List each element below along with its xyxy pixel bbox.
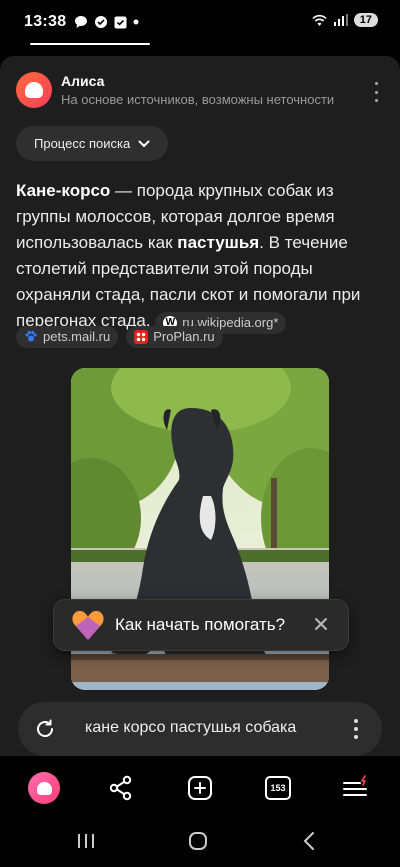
tabs-button[interactable]: 153 — [260, 770, 296, 806]
new-tab-button[interactable] — [182, 770, 218, 806]
search-process-label: Процесс поиска — [34, 136, 131, 151]
bottom-toolbar: 153 — [0, 760, 400, 816]
proplan-icon — [134, 330, 149, 344]
wifi-icon — [312, 14, 327, 26]
check-square-icon — [114, 16, 127, 28]
help-popup[interactable]: Как начать помогать? — [53, 599, 349, 651]
hamburger-menu-icon — [343, 775, 367, 796]
source-label: pets.mail.ru — [43, 329, 111, 344]
assistant-name: Алиса — [61, 73, 105, 89]
search-process-button[interactable]: Процесс поиска — [16, 126, 169, 161]
share-icon — [109, 775, 132, 801]
plus-square-icon — [188, 776, 212, 800]
source-chips: pets.mail.ru ProPlan.ru — [16, 326, 223, 348]
tabs-count: 153 — [265, 776, 291, 800]
source-label: ProPlan.ru — [153, 329, 215, 344]
search-bar[interactable]: кане корсо пастушья собака — [18, 702, 382, 756]
search-query[interactable]: кане корсо пастушья собака — [85, 719, 296, 737]
status-time: 13:38 — [24, 13, 67, 30]
alisa-icon — [28, 772, 60, 804]
refresh-icon[interactable] — [34, 718, 56, 740]
alisa-avatar-icon — [16, 72, 52, 108]
source-chip-proplan[interactable]: ProPlan.ru — [126, 326, 223, 348]
home-icon[interactable] — [188, 831, 208, 851]
system-nav-bar — [0, 816, 400, 867]
back-icon[interactable] — [302, 831, 316, 851]
dot-icon — [133, 19, 139, 25]
system-indicators: 17 — [311, 13, 378, 27]
card-menu-icon[interactable] — [368, 82, 384, 102]
answer-text: Кане-корсо — порода крупных собак из гру… — [16, 178, 384, 334]
heart-hands-icon — [72, 610, 104, 640]
battery-indicator: 17 — [353, 13, 378, 27]
mailru-pets-icon — [25, 331, 37, 342]
chevron-down-icon — [138, 140, 150, 147]
answer-term: Кане-корсо — [16, 181, 111, 200]
assistant-subtitle: На основе источников, возможны неточност… — [61, 92, 335, 107]
answer-highlight: пастушья — [177, 233, 260, 252]
chat-bubble-icon — [75, 16, 87, 28]
search-menu-icon[interactable] — [354, 719, 358, 739]
check-circle-icon — [95, 16, 107, 28]
tab-indicator — [30, 43, 150, 45]
source-chip-pets-mail[interactable]: pets.mail.ru — [16, 326, 119, 348]
share-button[interactable] — [103, 770, 139, 806]
answer-card: Алиса На основе источников, возможны нет… — [0, 56, 400, 756]
alisa-button[interactable] — [26, 770, 62, 806]
status-bar: 13:38 17 — [0, 0, 400, 46]
signal-icon — [333, 14, 348, 26]
close-icon[interactable] — [314, 617, 328, 631]
menu-button[interactable] — [338, 770, 374, 806]
recent-apps-icon[interactable] — [76, 832, 96, 850]
notification-icons — [74, 15, 139, 29]
popup-label: Как начать помогать? — [115, 615, 286, 634]
